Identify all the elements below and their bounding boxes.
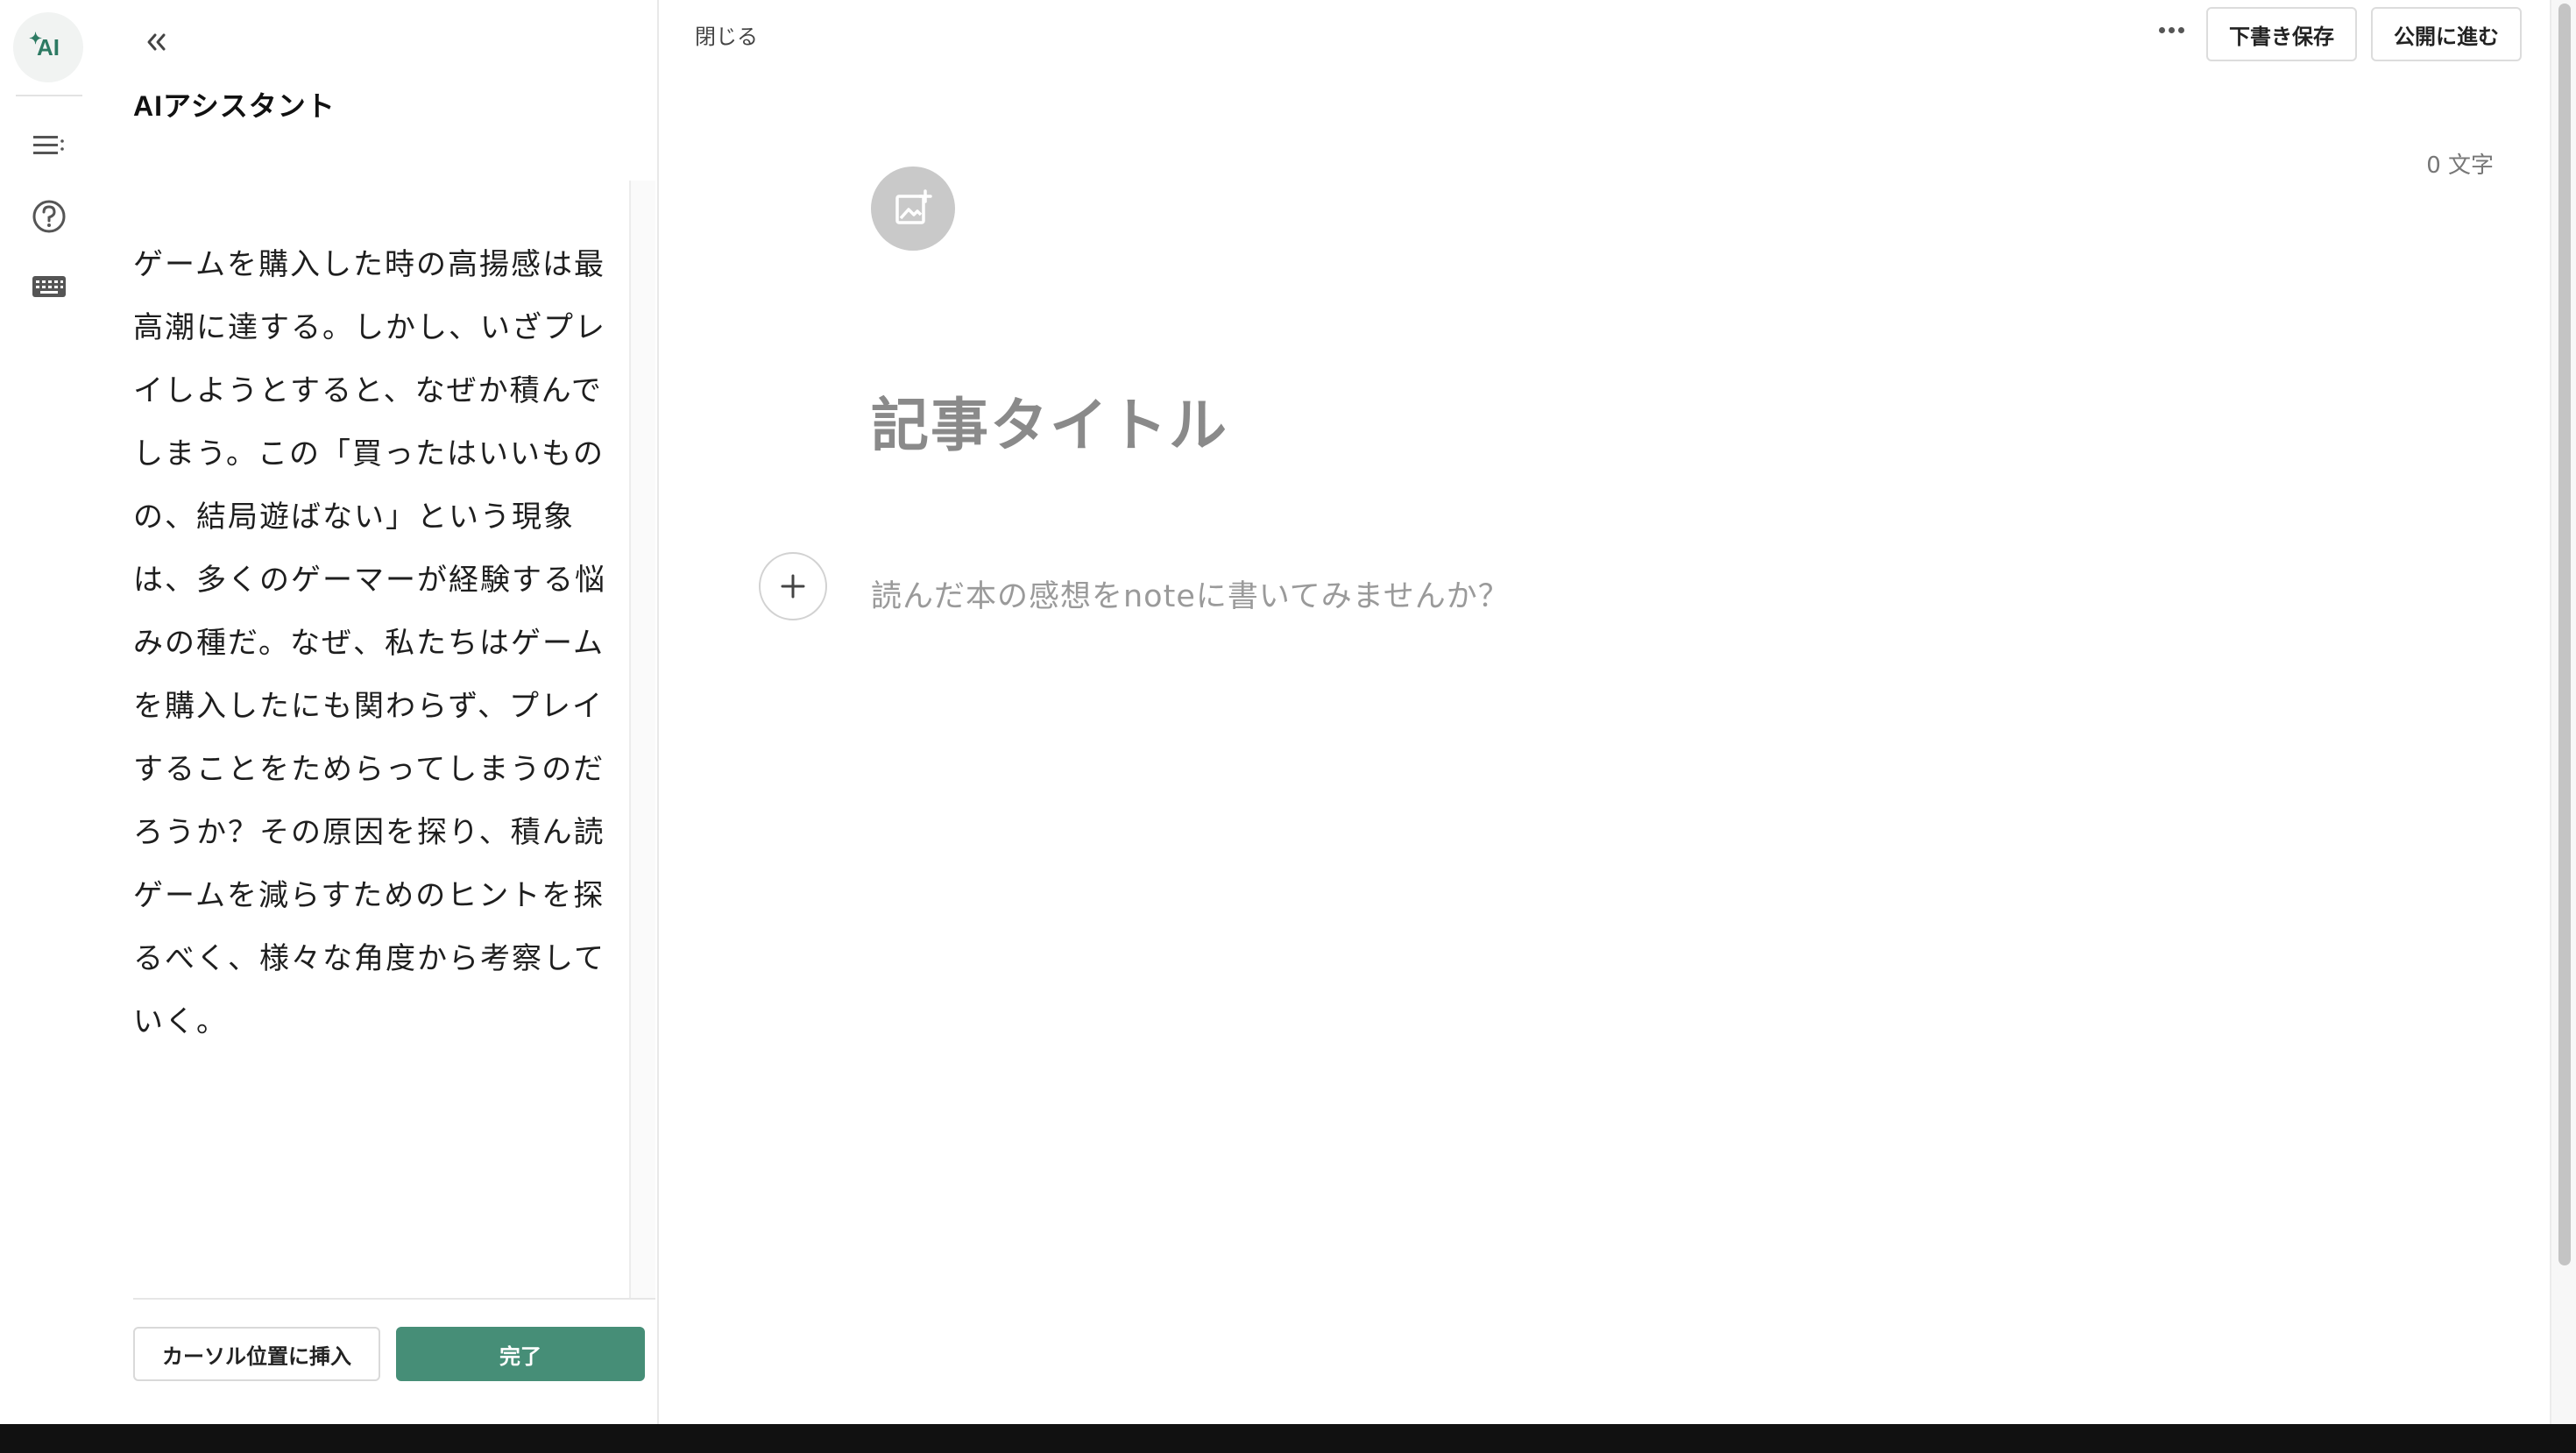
bottom-edge (0, 1424, 2576, 1453)
window-scrollbar[interactable] (2550, 0, 2576, 1424)
more-options-icon[interactable] (2154, 12, 2189, 47)
panel-scrollbar[interactable] (629, 181, 655, 1298)
save-draft-button[interactable]: 下書き保存 (2206, 7, 2357, 61)
article-title-input[interactable]: 記事タイトル (871, 379, 1228, 463)
proceed-to-publish-button[interactable]: 公開に進む (2371, 7, 2522, 61)
left-rail: ✦ AI (0, 0, 98, 1424)
help-icon[interactable] (30, 197, 68, 236)
insert-at-cursor-button[interactable]: カーソル位置に挿入 (133, 1327, 380, 1381)
done-button[interactable]: 完了 (396, 1327, 645, 1381)
generated-text: ゲームを購入した時の高揚感は最高潮に達する。しかし、いざプレイしようとすると、な… (133, 247, 606, 1039)
article-body-input[interactable]: 読んだ本の感想をnoteに書いてみませんか？ (871, 571, 1510, 616)
sparkle-icon: ✦ (29, 30, 43, 47)
table-of-contents-icon[interactable] (30, 126, 68, 165)
insert-block-button[interactable] (759, 552, 827, 620)
collapse-panel-button[interactable] (135, 21, 177, 63)
ai-assistant-panel: AIアシスタント ゲームを購入した時の高揚感は最高潮に達する。しかし、いざプレイ… (98, 0, 659, 1424)
add-image-icon (895, 189, 932, 224)
generated-text-area[interactable]: ゲームを購入した時の高揚感は最高潮に達する。しかし、いざプレイしようとすると、な… (133, 181, 655, 1300)
rail-divider (16, 95, 82, 96)
close-link[interactable]: 閉じる (695, 19, 758, 50)
scrollbar-thumb[interactable] (2558, 4, 2571, 1265)
add-header-image-button[interactable] (871, 167, 955, 251)
panel-title: AIアシスタント (133, 90, 336, 122)
plus-icon (781, 574, 805, 599)
note-editor-window: ✦ AI AIアシスタント ゲームを購入した時の高揚感は最高潮に達する。しかし、… (0, 0, 2576, 1453)
panel-divider (657, 0, 659, 1424)
double-chevron-left-icon (147, 33, 166, 51)
character-count: 0 文字 (2426, 152, 2494, 179)
keyboard-icon[interactable] (30, 267, 68, 306)
ai-assistant-button[interactable]: ✦ AI (13, 12, 83, 82)
